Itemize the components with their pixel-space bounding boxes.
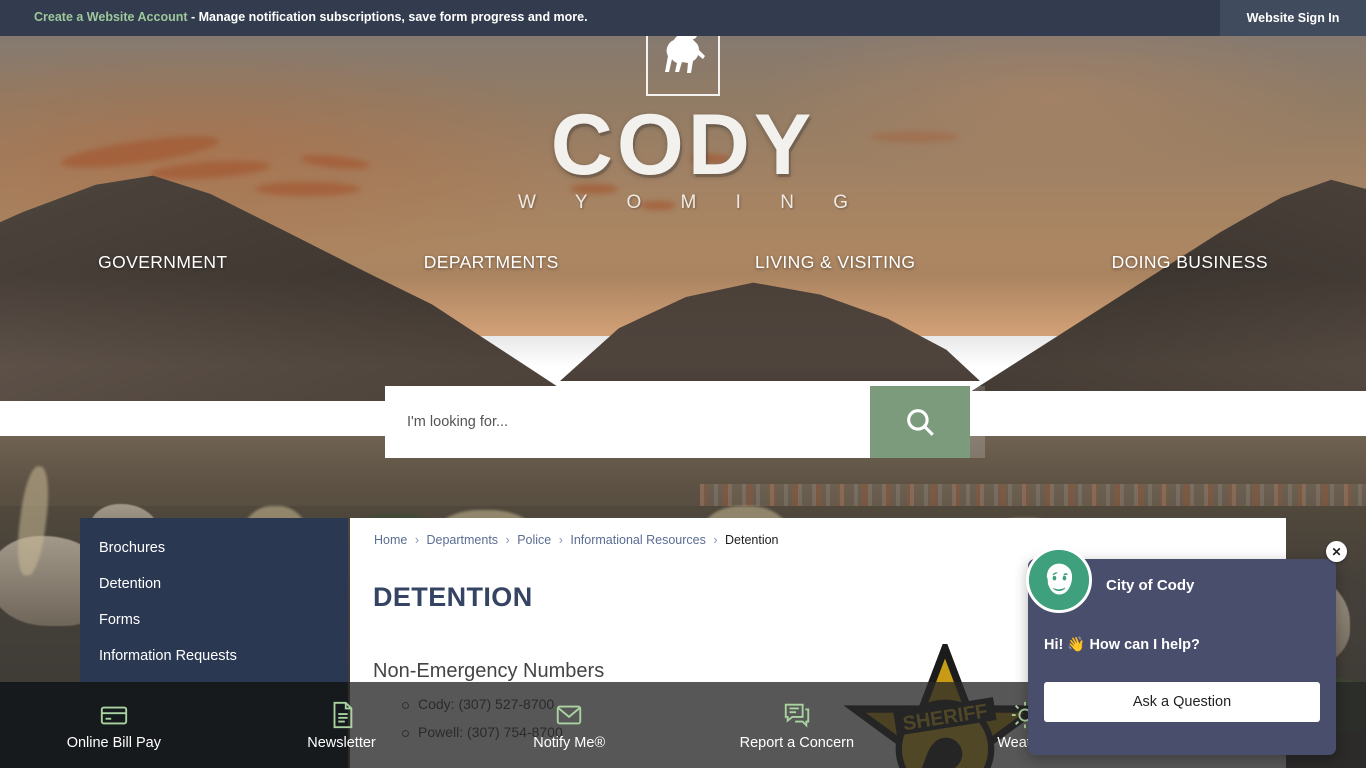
breadcrumb: Home › Departments › Police › Informatio… — [374, 533, 779, 547]
search-icon — [907, 409, 934, 436]
breadcrumb-current: Detention — [725, 533, 779, 547]
quicklink-report-a-concern[interactable]: Report a Concern — [683, 700, 911, 751]
breadcrumb-separator: › — [558, 533, 563, 547]
nav-item-departments[interactable]: DEPARTMENTS — [424, 252, 559, 273]
site-logo[interactable]: CODY W Y O M I N G — [0, 10, 1366, 214]
chat-close-icon[interactable]: ✕ — [1326, 541, 1347, 562]
quicklink-label: Report a Concern — [739, 734, 855, 751]
quicklink-label: Notify Me® — [533, 734, 606, 751]
quicklink-newsletter[interactable]: Newsletter — [228, 700, 456, 751]
sidebar-item-information-requests[interactable]: Information Requests — [80, 638, 348, 674]
speech-bubbles-icon — [782, 700, 812, 730]
breadcrumb-police[interactable]: Police — [517, 533, 551, 547]
credit-card-icon — [99, 700, 129, 730]
breadcrumb-informational-resources[interactable]: Informational Resources — [570, 533, 705, 547]
sidebar-item-brochures[interactable]: Brochures — [80, 530, 348, 566]
utility-tagline: - Manage notification subscriptions, sav… — [187, 10, 588, 24]
section-heading: Non-Emergency Numbers — [373, 660, 605, 682]
quicklink-label: Online Bill Pay — [66, 734, 161, 751]
page-root: Create a Website Account - Manage notifi… — [0, 0, 1366, 768]
search-bar — [385, 386, 985, 458]
nav-item-living-visiting[interactable]: LIVING & VISITING — [755, 252, 915, 273]
breadcrumb-departments[interactable]: Departments — [426, 533, 498, 547]
create-account-link[interactable]: Create a Website Account — [34, 10, 188, 24]
sidebar-item-detention[interactable]: Detention — [80, 566, 348, 602]
quicklink-notify-me[interactable]: Notify Me® — [455, 700, 683, 751]
nav-item-doing-business[interactable]: DOING BUSINESS — [1112, 252, 1268, 273]
chat-widget: City of Cody Hi! 👋 How can I help? Ask a… — [1026, 547, 1336, 755]
person-avatar-icon — [1026, 547, 1092, 613]
breadcrumb-separator: › — [414, 533, 419, 547]
website-sign-in-button[interactable]: Website Sign In — [1220, 0, 1366, 36]
nav-item-government[interactable]: GOVERNMENT — [98, 252, 227, 273]
document-icon — [327, 700, 357, 730]
quicklink-online-bill-pay[interactable]: Online Bill Pay — [0, 700, 228, 751]
page-title: DETENTION — [373, 582, 533, 612]
breadcrumb-separator: › — [713, 533, 718, 547]
search-input[interactable] — [385, 386, 870, 458]
logo-wordmark: CODY — [550, 97, 816, 193]
chat-title: City of Cody — [1106, 577, 1195, 594]
utility-bar-text: Create a Website Account - Manage notifi… — [34, 10, 588, 24]
ask-a-question-button[interactable]: Ask a Question — [1044, 682, 1320, 722]
logo-subtitle: W Y O M I N G — [518, 192, 865, 213]
breadcrumb-separator: › — [505, 533, 510, 547]
search-button[interactable] — [870, 386, 970, 458]
main-navigation: GOVERNMENT DEPARTMENTS LIVING & VISITING… — [0, 252, 1366, 273]
chat-header: City of Cody — [1026, 547, 1336, 621]
sidebar-item-forms[interactable]: Forms — [80, 602, 348, 638]
quicklink-label: Newsletter — [307, 734, 376, 751]
utility-bar: Create a Website Account - Manage notifi… — [0, 0, 1366, 36]
breadcrumb-home[interactable]: Home — [374, 533, 407, 547]
envelope-icon — [554, 700, 584, 730]
chat-message: Hi! 👋 How can I help? — [1044, 637, 1200, 653]
